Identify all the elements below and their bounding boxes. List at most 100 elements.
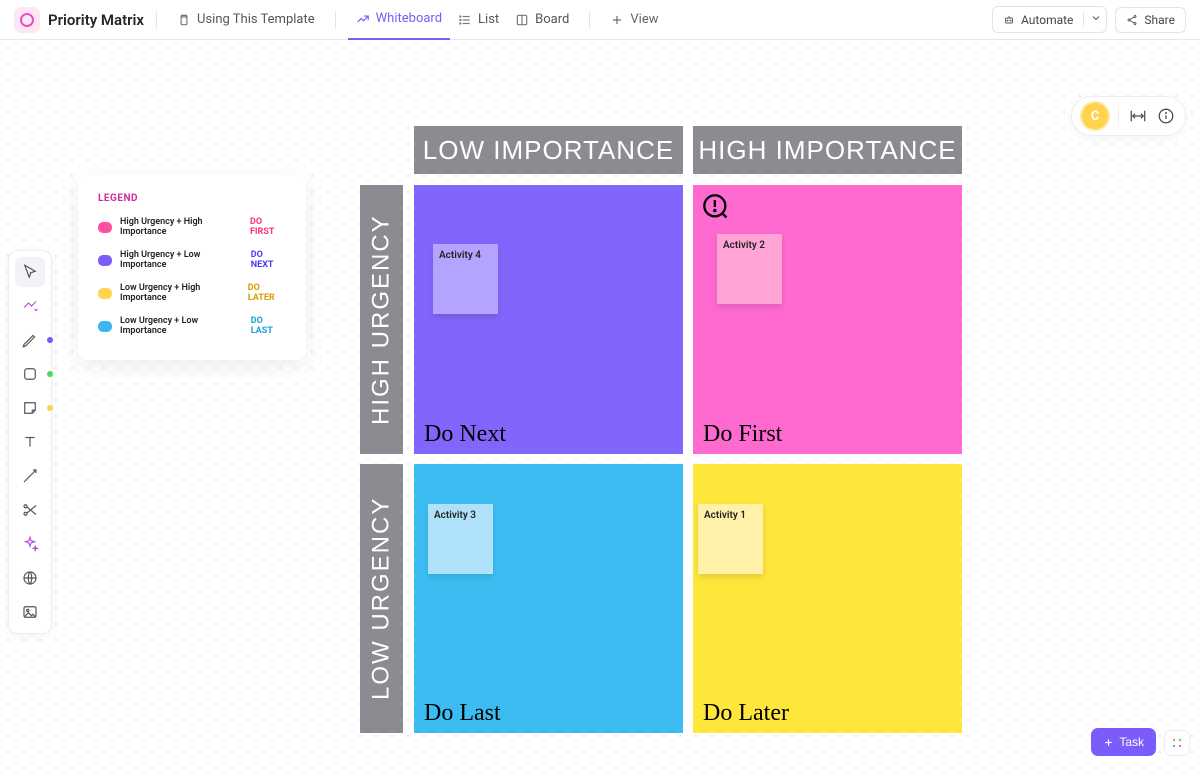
add-view-label: View (630, 12, 658, 27)
plus-icon (1103, 737, 1114, 748)
warning-icon (702, 193, 730, 225)
canvas-controls: C (1071, 96, 1186, 136)
sticky-note[interactable]: Activity 1 (698, 504, 763, 574)
share-button[interactable]: Share (1115, 7, 1186, 33)
legend-swatch (98, 222, 112, 233)
legend-text: Low Urgency + Low Importance (120, 316, 243, 336)
legend-swatch (98, 321, 112, 332)
quadrant-do-last[interactable]: Activity 3 Do Last (414, 464, 683, 733)
sparkle-icon (21, 535, 39, 553)
legend-card[interactable]: LEGEND High Urgency + High Importance DO… (78, 175, 306, 360)
tool-image[interactable] (15, 597, 45, 627)
col-header-high-importance: HIGH IMPORTANCE (693, 126, 962, 174)
info-button[interactable] (1157, 107, 1175, 125)
user-avatar[interactable]: C (1082, 103, 1108, 129)
fit-width-icon (1129, 107, 1147, 125)
clipboard-icon (177, 13, 191, 27)
shape-icon (21, 365, 39, 383)
legend-text: High Urgency + High Importance (120, 217, 242, 237)
quadrant-label: Do Later (703, 700, 789, 727)
page-title: Priority Matrix (48, 11, 144, 29)
pen-color-dot (47, 337, 53, 343)
tool-shape[interactable] (15, 359, 45, 389)
row-header-high-urgency: HIGH URGENCY (360, 185, 403, 454)
tool-scissors[interactable] (15, 495, 45, 525)
cursor-icon (21, 263, 39, 281)
board-icon (515, 13, 529, 27)
whiteboard-canvas[interactable]: C LEGEND High Urgency + High Importance … (0, 40, 1200, 772)
tab-board[interactable]: Board (507, 0, 577, 40)
image-icon (21, 603, 39, 621)
tool-text[interactable] (15, 427, 45, 457)
text-icon (21, 433, 39, 451)
divider (1118, 106, 1119, 126)
new-task-button[interactable]: Task (1091, 728, 1156, 756)
legend-row: Low Urgency + High Importance DO LATER (98, 283, 286, 303)
share-icon (1126, 14, 1138, 26)
tab-label: List (478, 12, 499, 27)
apps-icon (1170, 736, 1184, 750)
chevron-down-icon[interactable] (1083, 12, 1102, 27)
divider (335, 11, 336, 29)
tab-label: Whiteboard (376, 11, 442, 26)
left-toolbar (8, 250, 52, 634)
note-text: Activity 2 (723, 240, 765, 251)
tool-sticky[interactable] (15, 393, 45, 423)
tool-sparkle[interactable] (15, 529, 45, 559)
legend-title: LEGEND (98, 193, 286, 204)
quadrant-do-first[interactable]: Activity 2 Do First (693, 185, 962, 454)
automate-button[interactable]: Automate (992, 6, 1107, 33)
tool-select[interactable] (15, 257, 45, 287)
legend-text: High Urgency + Low Importance (120, 250, 243, 270)
globe-icon (21, 569, 39, 587)
quadrant-label: Do First (703, 421, 782, 448)
task-label: Task (1119, 735, 1144, 749)
robot-icon (1003, 14, 1015, 26)
legend-tag: DO LATER (248, 283, 286, 303)
legend-tag: DO FIRST (250, 217, 286, 237)
info-icon (1157, 107, 1175, 125)
quadrant-do-later[interactable]: Activity 1 Do Later (693, 464, 962, 733)
fit-width-button[interactable] (1129, 107, 1147, 125)
logo-ring-icon (20, 13, 34, 27)
row-header-low-urgency: LOW URGENCY (360, 464, 403, 733)
legend-tag: DO NEXT (251, 250, 286, 270)
sticky-note[interactable]: Activity 4 (433, 244, 498, 314)
sticky-note[interactable]: Activity 2 (717, 234, 782, 304)
divider (156, 11, 157, 29)
note-text: Activity 1 (704, 510, 746, 521)
apps-button[interactable] (1164, 730, 1190, 756)
sticky-color-dot (47, 405, 53, 411)
generate-icon (21, 297, 39, 315)
pen-icon (21, 331, 39, 349)
tab-label: Board (535, 12, 569, 27)
logo-chip[interactable] (14, 7, 40, 33)
divider (589, 11, 590, 29)
tab-label: Using This Template (197, 12, 315, 27)
legend-row: High Urgency + Low Importance DO NEXT (98, 250, 286, 270)
legend-row: Low Urgency + Low Importance DO LAST (98, 316, 286, 336)
quadrant-do-next[interactable]: Activity 4 Do Next (414, 185, 683, 454)
tab-whiteboard[interactable]: Whiteboard (348, 0, 450, 40)
legend-swatch (98, 288, 112, 299)
add-view-button[interactable]: View (602, 0, 666, 40)
top-bar: Priority Matrix Using This Template Whit… (0, 0, 1200, 40)
legend-tag: DO LAST (251, 316, 286, 336)
shape-color-dot (47, 371, 53, 377)
tool-generate[interactable] (15, 291, 45, 321)
tab-using-template[interactable]: Using This Template (169, 0, 323, 40)
note-text: Activity 3 (434, 510, 476, 521)
top-right-controls: Automate Share (992, 6, 1186, 33)
tool-connector[interactable] (15, 461, 45, 491)
legend-row: High Urgency + High Importance DO FIRST (98, 217, 286, 237)
legend-text: Low Urgency + High Importance (120, 283, 240, 303)
sticky-note[interactable]: Activity 3 (428, 504, 493, 574)
connector-icon (21, 467, 39, 485)
automate-label: Automate (1021, 13, 1073, 27)
quadrant-label: Do Last (424, 700, 501, 727)
note-text: Activity 4 (439, 250, 481, 261)
tab-list[interactable]: List (450, 0, 507, 40)
tool-web[interactable] (15, 563, 45, 593)
plus-icon (610, 13, 624, 27)
tool-pen[interactable] (15, 325, 45, 355)
